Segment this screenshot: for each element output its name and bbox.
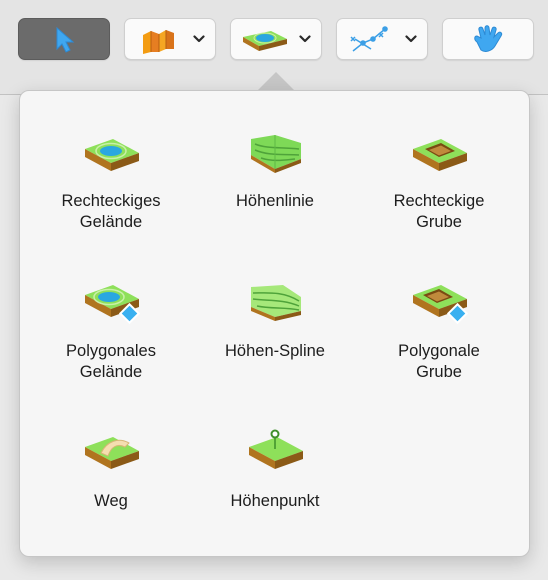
chevron-down-icon <box>299 35 311 43</box>
height-point-icon <box>249 429 303 469</box>
tool-path[interactable]: Weg <box>26 429 196 569</box>
pan-tool-button[interactable] <box>442 18 534 60</box>
chevron-down-icon <box>405 35 417 43</box>
tool-label: Höhen-Spline <box>225 342 325 360</box>
tool-label: Polygonale Grube <box>398 342 480 381</box>
polygonal-pit-icon <box>413 285 469 325</box>
tool-polygonal-terrain[interactable]: Polygonales Gelände <box>26 279 196 419</box>
tool-height-spline[interactable]: Höhen-Spline <box>190 279 360 419</box>
tool-height-point[interactable]: Höhenpunkt <box>190 429 360 569</box>
tool-label: Höhenlinie <box>236 192 314 210</box>
tool-label: Rechteckiges Gelände <box>61 192 161 231</box>
rectangular-pit-icon <box>413 139 467 171</box>
tool-contour-line[interactable]: Höhenlinie <box>190 129 360 269</box>
rectangular-terrain-icon <box>85 139 139 171</box>
path-tool-button[interactable] <box>336 18 428 60</box>
polygonal-terrain-icon <box>85 285 141 325</box>
height-spline-icon <box>251 285 301 321</box>
tool-rectangular-pit[interactable]: Rechteckige Grube <box>354 129 524 269</box>
terrain-tool-icon <box>243 31 287 51</box>
contour-line-icon <box>251 135 301 173</box>
tool-label: Höhenpunkt <box>230 492 320 510</box>
terrain-tool-button[interactable] <box>230 18 322 60</box>
terrain-tools-popover: Rechteckiges Gelände Höhenlinie Rechteck… <box>19 90 530 557</box>
pointer-arrow-icon <box>56 26 75 53</box>
popover-arrow <box>258 72 294 90</box>
tool-label: Polygonales Gelände <box>66 342 156 381</box>
wall-tool-button[interactable] <box>124 18 216 60</box>
path-icon <box>85 437 139 469</box>
tool-rectangular-terrain[interactable]: Rechteckiges Gelände <box>26 129 196 269</box>
tool-polygonal-pit[interactable]: Polygonale Grube <box>354 279 524 419</box>
hand-icon <box>474 25 503 52</box>
wall-tool-icon <box>143 30 174 54</box>
select-tool-button[interactable] <box>18 18 110 60</box>
chevron-down-icon <box>193 35 205 43</box>
tool-label: Rechteckige Grube <box>393 192 485 231</box>
path-nodes-icon <box>350 26 388 52</box>
tool-label: Weg <box>94 492 128 510</box>
